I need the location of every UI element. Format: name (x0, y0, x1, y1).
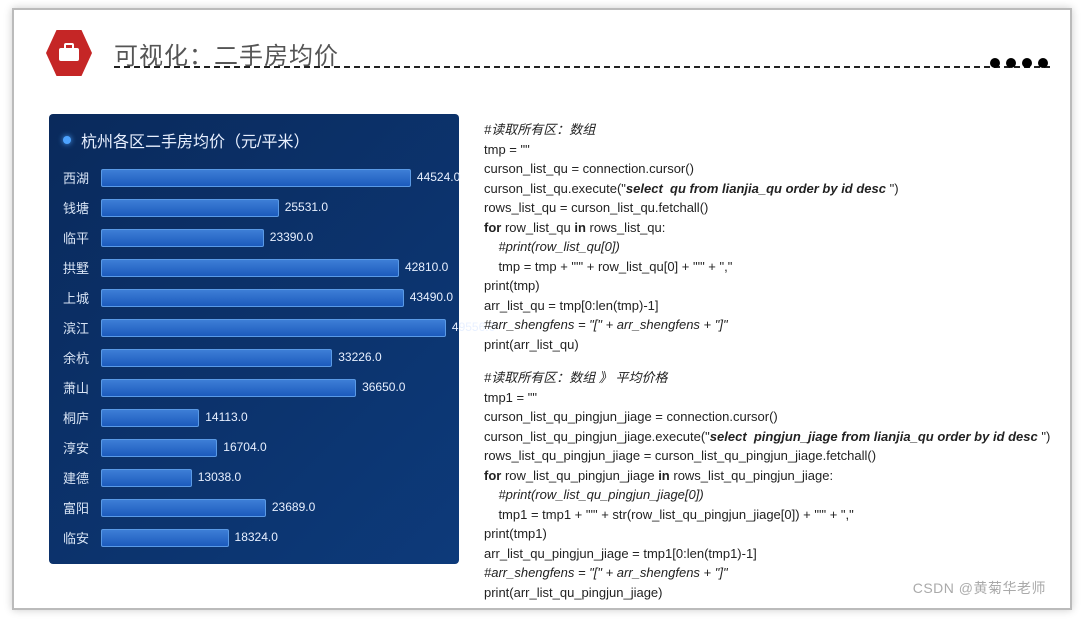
separator-line (114, 66, 1050, 68)
bar-label: 临安 (63, 528, 101, 547)
bar-fill (101, 529, 229, 547)
bar-label: 滨江 (63, 318, 101, 337)
bar-fill (101, 289, 404, 307)
bar-row: 富阳 23689.0 (63, 496, 449, 519)
bar-row: 临平 23390.0 (63, 226, 449, 249)
code-line: tmp1 = tmp1 + "'" + str(row_list_qu_ping… (484, 505, 1044, 525)
code-line: #读取所有区：数组 (484, 120, 1044, 140)
bar-row: 桐庐 14113.0 (63, 406, 449, 429)
bar-fill (101, 349, 332, 367)
code-panel: #读取所有区：数组tmp = ""curson_list_qu = connec… (484, 120, 1044, 616)
bar-track: 33226.0 (101, 349, 449, 367)
slide-frame: 可视化：二手房均价 杭州各区二手房均价（元/平米） 西湖44524.0钱塘255… (12, 8, 1072, 610)
bar-value: 33226.0 (338, 350, 381, 364)
bar-track: 18324.0 (101, 529, 449, 547)
bar-label: 临平 (63, 228, 101, 247)
bar-label: 富阳 (63, 498, 101, 517)
code-line: curson_list_qu_pingjun_jiage = connectio… (484, 407, 1044, 427)
bar-fill (101, 229, 264, 247)
code-line: print(tmp) (484, 276, 1044, 296)
bar-fill (101, 469, 192, 487)
chart-panel: 杭州各区二手房均价（元/平米） 西湖44524.0钱塘25531.0临平2339… (49, 114, 459, 564)
code-line: print(tmp1) (484, 524, 1044, 544)
bar-row: 临安 18324.0 (63, 526, 449, 549)
bar-fill (101, 319, 446, 337)
bar-list: 西湖44524.0钱塘25531.0临平23390.0拱墅42810.0上城43… (63, 166, 449, 549)
bar-row: 淳安 16704.0 (63, 436, 449, 459)
bar-label: 余杭 (63, 348, 101, 367)
code-line: curson_list_qu_pingjun_jiage.execute("se… (484, 427, 1044, 447)
bar-label: 萧山 (63, 378, 101, 397)
bar-label: 钱塘 (63, 198, 101, 217)
bar-row: 余杭 33226.0 (63, 346, 449, 369)
code-line: #arr_shengfens = "[" + arr_shengfens + "… (484, 315, 1044, 335)
bar-row: 建德 13038.0 (63, 466, 449, 489)
bar-label: 西湖 (63, 168, 101, 187)
code-line: #print(row_list_qu_pingjun_jiage[0]) (484, 485, 1044, 505)
code-line: rows_list_qu = curson_list_qu.fetchall() (484, 198, 1044, 218)
bar-value: 44524.0 (417, 170, 460, 184)
bar-fill (101, 409, 199, 427)
code-line: tmp = tmp + "'" + row_list_qu[0] + "'" +… (484, 257, 1044, 277)
bar-track: 23689.0 (101, 499, 449, 517)
code-block-2: #读取所有区：数组 》 平均价格tmp1 = ""curson_list_qu_… (484, 368, 1044, 602)
code-line: for row_list_qu_pingjun_jiage in rows_li… (484, 466, 1044, 486)
bar-value: 42810.0 (405, 260, 448, 274)
bar-value: 43490.0 (410, 290, 453, 304)
bar-row: 滨江49556.0 (63, 316, 449, 339)
code-line: #print(row_list_qu[0]) (484, 237, 1044, 257)
code-line: print(arr_list_qu) (484, 335, 1044, 355)
bar-value: 36650.0 (362, 380, 405, 394)
bar-label: 建德 (63, 468, 101, 487)
bar-label: 淳安 (63, 438, 101, 457)
bar-fill (101, 199, 279, 217)
code-line: arr_list_qu = tmp[0:len(tmp)-1] (484, 296, 1044, 316)
bar-fill (101, 499, 266, 517)
bar-value: 14113.0 (205, 410, 248, 424)
bar-value: 23390.0 (270, 230, 313, 244)
bar-fill (101, 439, 217, 457)
bar-label: 拱墅 (63, 258, 101, 277)
bar-value: 16704.0 (223, 440, 266, 454)
code-line: curson_list_qu = connection.cursor() (484, 159, 1044, 179)
bar-track: 42810.0 (101, 259, 449, 277)
code-line: #读取所有区：数组 》 平均价格 (484, 368, 1044, 388)
bar-row: 上城43490.0 (63, 286, 449, 309)
chart-title: 杭州各区二手房均价（元/平米） (63, 128, 449, 152)
code-line: rows_list_qu_pingjun_jiage = curson_list… (484, 446, 1044, 466)
code-line: for row_list_qu in rows_list_qu: (484, 218, 1044, 238)
bar-track: 25531.0 (101, 199, 449, 217)
bar-track: 36650.0 (101, 379, 449, 397)
bar-track: 49556.0 (101, 319, 449, 337)
bar-track: 13038.0 (101, 469, 449, 487)
watermark: CSDN @黄菊华老师 (913, 578, 1046, 598)
bar-track: 23390.0 (101, 229, 449, 247)
header: 可视化：二手房均价 (44, 28, 339, 78)
bar-label: 桐庐 (63, 408, 101, 427)
bar-label: 上城 (63, 288, 101, 307)
bar-fill (101, 379, 356, 397)
bar-value: 25531.0 (285, 200, 328, 214)
bar-fill (101, 169, 411, 187)
bar-row: 拱墅 42810.0 (63, 256, 449, 279)
code-line: tmp = "" (484, 140, 1044, 160)
bar-value: 18324.0 (235, 530, 278, 544)
bar-track: 14113.0 (101, 409, 449, 427)
code-line: curson_list_qu.execute("select qu from l… (484, 179, 1044, 199)
briefcase-icon (44, 28, 94, 78)
bar-row: 西湖44524.0 (63, 166, 449, 189)
bar-track: 16704.0 (101, 439, 449, 457)
bar-value: 13038.0 (198, 470, 241, 484)
pager-dots (990, 58, 1048, 68)
bar-row: 钱塘 25531.0 (63, 196, 449, 219)
bar-value: 23689.0 (272, 500, 315, 514)
code-line: tmp1 = "" (484, 388, 1044, 408)
bar-fill (101, 259, 399, 277)
code-block-1: #读取所有区：数组tmp = ""curson_list_qu = connec… (484, 120, 1044, 354)
bar-row: 萧山 36650.0 (63, 376, 449, 399)
bar-track: 44524.0 (101, 169, 449, 187)
bar-track: 43490.0 (101, 289, 449, 307)
code-line: arr_list_qu_pingjun_jiage = tmp1[0:len(t… (484, 544, 1044, 564)
